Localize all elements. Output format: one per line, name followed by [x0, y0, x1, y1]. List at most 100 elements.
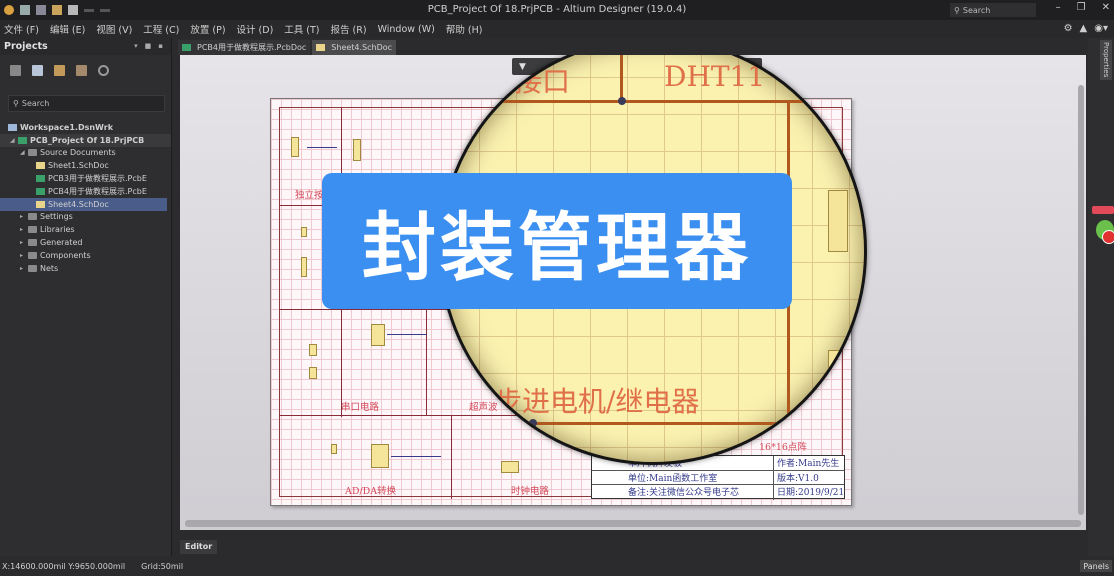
schematic-editor[interactable]: 独立按键 串口电路 超声波 AD/DA转换 时钟电路 16*16点阵 单片机开发…: [180, 55, 1086, 530]
user-icon[interactable]: ◉▾: [1094, 23, 1108, 34]
ic-component[interactable]: [371, 324, 385, 346]
menu-view[interactable]: 视图 (V): [96, 22, 132, 36]
projects-search-input[interactable]: ⚲ Search: [8, 95, 165, 112]
connector-component[interactable]: [828, 190, 848, 252]
menu-window[interactable]: Window (W): [378, 24, 435, 35]
folder-icon: [28, 226, 37, 234]
connector-component[interactable]: [353, 139, 361, 161]
editor-tab[interactable]: Editor: [180, 540, 218, 554]
tree-item-pcb3[interactable]: PCB3用于做教程展示.PcbE: [0, 172, 171, 185]
ic-component[interactable]: [371, 444, 389, 468]
tree-item-sheet1[interactable]: Sheet1.SchDoc: [0, 159, 171, 172]
save-all-icon[interactable]: [36, 5, 46, 15]
properties-panel-tab[interactable]: Properties: [1100, 40, 1112, 80]
restore-button[interactable]: ❐: [1077, 2, 1086, 13]
pin-icon[interactable]: ■: [145, 42, 152, 50]
tree-item-libraries[interactable]: ▸ Libraries: [0, 223, 171, 236]
net-wire: [391, 456, 441, 457]
minimize-button[interactable]: –: [1056, 2, 1061, 13]
status-bar: X:14600.000mil Y:9650.000mil Grid:50mil …: [0, 556, 1114, 576]
settings-gear-icon[interactable]: [98, 65, 109, 76]
magnified-label-interface: 接口: [514, 65, 571, 98]
projects-panel: Projects ▾ ■ ▪ ⚲ Search Workspace1.DsnWr…: [0, 38, 172, 556]
open-project-icon[interactable]: [68, 5, 78, 15]
title-bar: PCB_Project Of 18.PrjPCB - Altium Design…: [0, 0, 1114, 20]
expand-arrow-icon[interactable]: ◢: [20, 149, 28, 156]
panels-button[interactable]: Panels: [1080, 560, 1112, 572]
horizontal-scrollbar[interactable]: [185, 520, 1081, 527]
pcb-project-icon: [18, 136, 27, 144]
redo-icon[interactable]: [100, 8, 110, 12]
search-placeholder: Search: [962, 5, 991, 15]
menu-project[interactable]: 工程 (C): [143, 22, 179, 36]
open-document-icon[interactable]: [54, 65, 65, 76]
undo-icon[interactable]: [84, 8, 94, 12]
tab-sheet4[interactable]: Sheet4.SchDoc: [312, 40, 397, 55]
connector-component[interactable]: [331, 444, 337, 454]
collapse-arrow-icon[interactable]: ▸: [20, 265, 28, 272]
menu-design[interactable]: 设计 (D): [237, 22, 274, 36]
global-search[interactable]: ⚲ Search: [950, 3, 1036, 17]
junction-dot: [784, 419, 792, 427]
grid-size: Grid:50mil: [141, 561, 184, 571]
collapse-arrow-icon[interactable]: ▸: [20, 252, 28, 259]
search-icon: ⚲: [954, 5, 960, 15]
menu-edit[interactable]: 编辑 (E): [50, 22, 85, 36]
tree-item-nets[interactable]: ▸ Nets: [0, 262, 171, 275]
folder-icon: [28, 239, 37, 247]
gear-icon[interactable]: ⚙: [1064, 23, 1073, 34]
magnified-label-stepper-relay: 步进电机/继电器: [494, 385, 700, 418]
tree-item-sheet4[interactable]: Sheet4.SchDoc: [0, 197, 167, 211]
connector-component[interactable]: [828, 350, 848, 380]
app-logo-icon: [4, 5, 14, 15]
section-label-adda: AD/DA转换: [345, 486, 397, 497]
bell-icon[interactable]: ▲: [1080, 23, 1088, 34]
menu-reports[interactable]: 报告 (R): [331, 22, 367, 36]
vertical-scrollbar[interactable]: [1078, 85, 1084, 515]
ic-component[interactable]: [501, 461, 519, 473]
pcb-doc-icon: [36, 175, 45, 183]
menu-help[interactable]: 帮助 (H): [446, 22, 483, 36]
connector-component[interactable]: [291, 137, 299, 157]
tree-item-generated[interactable]: ▸ Generated: [0, 236, 171, 249]
junction-dot: [618, 97, 626, 105]
tree-item-workspace[interactable]: Workspace1.DsnWrk: [0, 121, 171, 134]
projects-panel-title: Projects: [4, 41, 48, 52]
title-block-version: 版本:V1.0: [777, 473, 819, 484]
collapse-arrow-icon[interactable]: ▸: [20, 239, 28, 246]
section-divider: [451, 415, 452, 499]
menu-file[interactable]: 文件 (F): [4, 22, 39, 36]
collapse-arrow-icon[interactable]: ▸: [20, 213, 28, 220]
folder-icon: [28, 213, 37, 221]
save-project-icon[interactable]: [10, 65, 21, 76]
menu-place[interactable]: 放置 (P): [190, 22, 225, 36]
sticker-badge: [1102, 230, 1114, 244]
open-folder-icon[interactable]: [52, 5, 62, 15]
tree-item-project[interactable]: ◢ PCB_Project Of 18.PrjPCB: [0, 133, 171, 147]
new-document-icon[interactable]: [32, 65, 43, 76]
tree-item-settings[interactable]: ▸ Settings: [0, 211, 171, 224]
collapse-arrow-icon[interactable]: ▸: [20, 226, 28, 233]
menu-tools[interactable]: 工具 (T): [284, 22, 319, 36]
sticker-banner: [1092, 206, 1114, 214]
tab-pcb4[interactable]: PCB4用于做教程展示.PcbDoc: [178, 40, 311, 55]
tree-item-source-documents[interactable]: ◢ Source Documents: [0, 147, 171, 160]
tree-item-pcb4[interactable]: PCB4用于做教程展示.PcbE: [0, 185, 171, 198]
junction-dot: [529, 419, 537, 427]
connector-component[interactable]: [309, 367, 317, 379]
panel-menu-icon[interactable]: ▾: [134, 42, 138, 50]
save-icon[interactable]: [20, 5, 30, 15]
pcb-doc-icon: [36, 187, 45, 195]
projects-toolbar: [0, 55, 171, 95]
title-block-unit: 单位:Main函数工作室: [592, 470, 774, 485]
open-project-icon[interactable]: [76, 65, 87, 76]
connector-component[interactable]: [301, 257, 307, 277]
connector-component[interactable]: [301, 227, 307, 237]
connector-component[interactable]: [309, 344, 317, 356]
tree-item-components[interactable]: ▸ Components: [0, 249, 171, 262]
expand-arrow-icon[interactable]: ◢: [10, 137, 18, 144]
close-button[interactable]: ✕: [1102, 2, 1110, 13]
cursor-coordinates: X:14600.000mil Y:9650.000mil: [2, 561, 126, 571]
close-panel-icon[interactable]: ▪: [158, 42, 163, 50]
projects-panel-header: Projects ▾ ■ ▪: [0, 38, 171, 55]
